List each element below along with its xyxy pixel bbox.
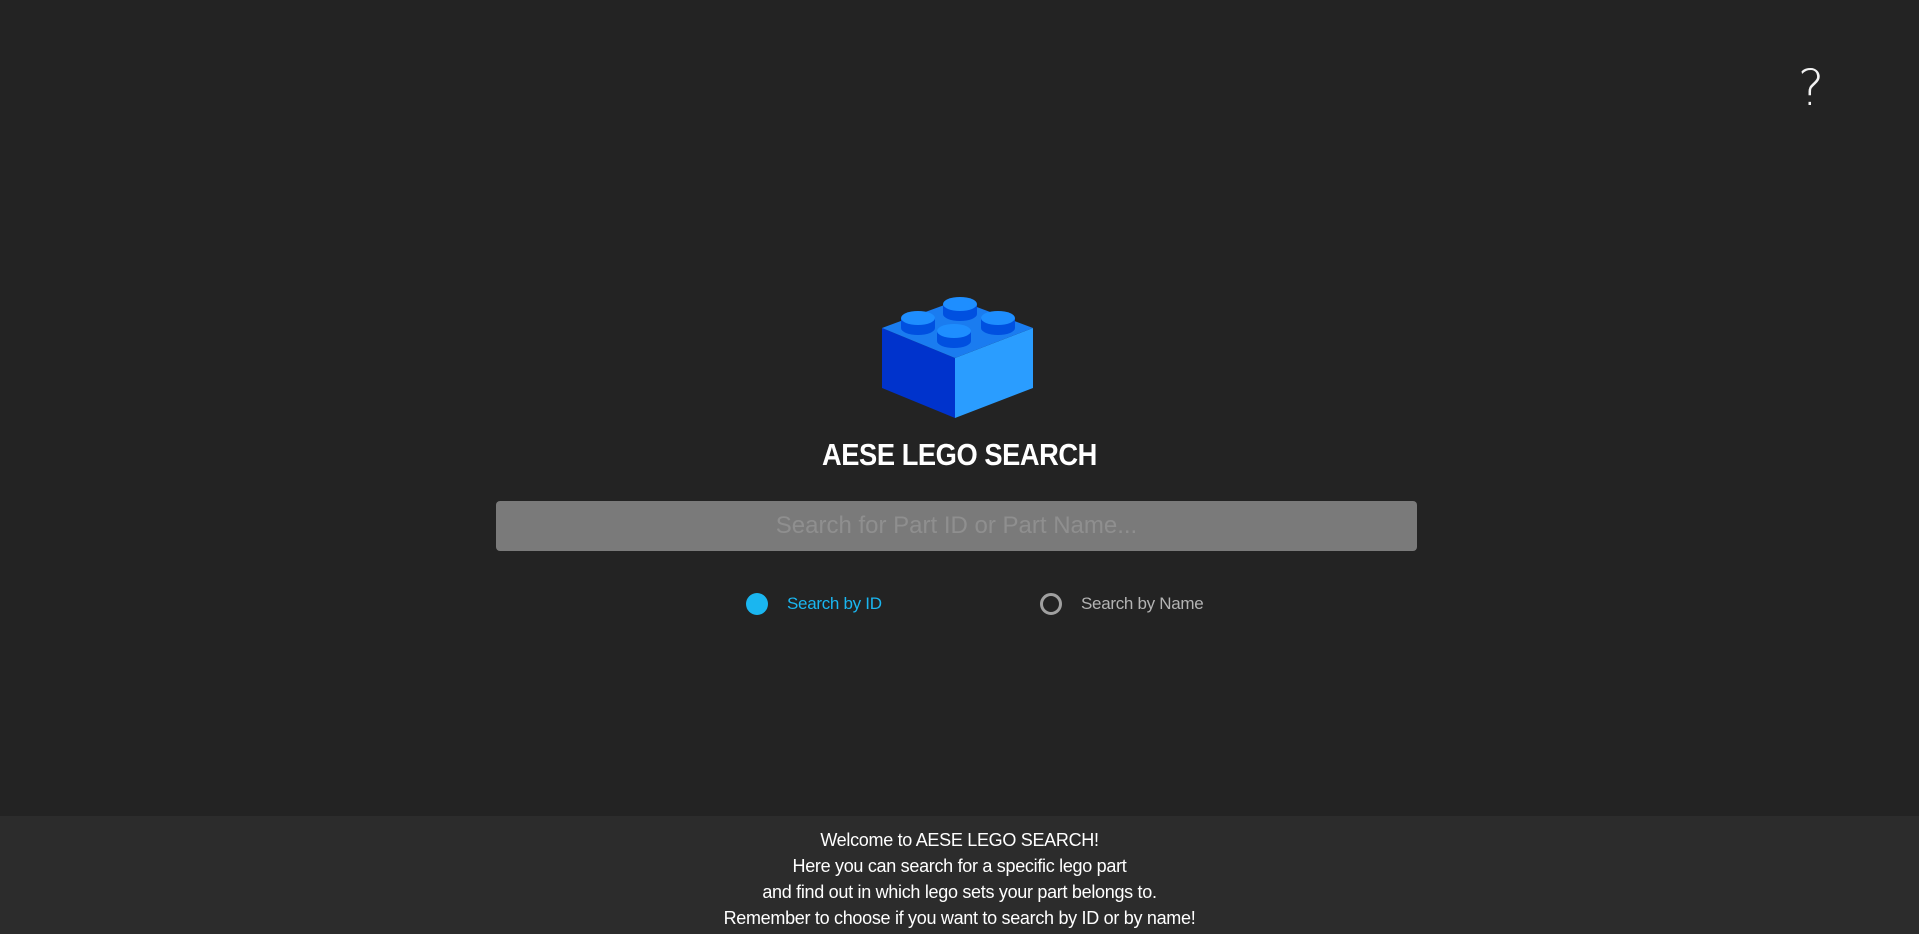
search-by-name-label[interactable]: Search by Name	[1081, 594, 1204, 614]
footer-line: Remember to choose if you want to search…	[723, 908, 1196, 928]
footer: Welcome to AESE LEGO SEARCH! Here you ca…	[0, 816, 1919, 934]
footer-line: Welcome to AESE LEGO SEARCH!	[820, 830, 1099, 850]
app-title: AESE LEGO SEARCH	[822, 437, 1097, 472]
search-by-id-radio[interactable]: Search by ID	[746, 592, 882, 616]
footer-line: and find out in which lego sets your par…	[762, 882, 1157, 902]
page: ? AESE LEGO SEARCH Search for Part ID or…	[0, 0, 1919, 934]
radio-unchecked-icon[interactable]	[1040, 593, 1062, 615]
footer-line: Here you can search for a specific lego …	[792, 856, 1127, 876]
question-mark-icon: ?	[1797, 59, 1825, 117]
help-button[interactable]: ?	[1796, 58, 1826, 118]
lego-brick-icon	[882, 297, 1033, 418]
footer-text: Welcome to AESE LEGO SEARCH! Here you ca…	[0, 827, 1919, 931]
radio-checked-icon[interactable]	[746, 593, 768, 615]
search-by-id-label[interactable]: Search by ID	[787, 594, 882, 614]
search-input[interactable]	[496, 501, 1417, 551]
search-by-name-radio[interactable]: Search by Name	[1040, 592, 1204, 616]
